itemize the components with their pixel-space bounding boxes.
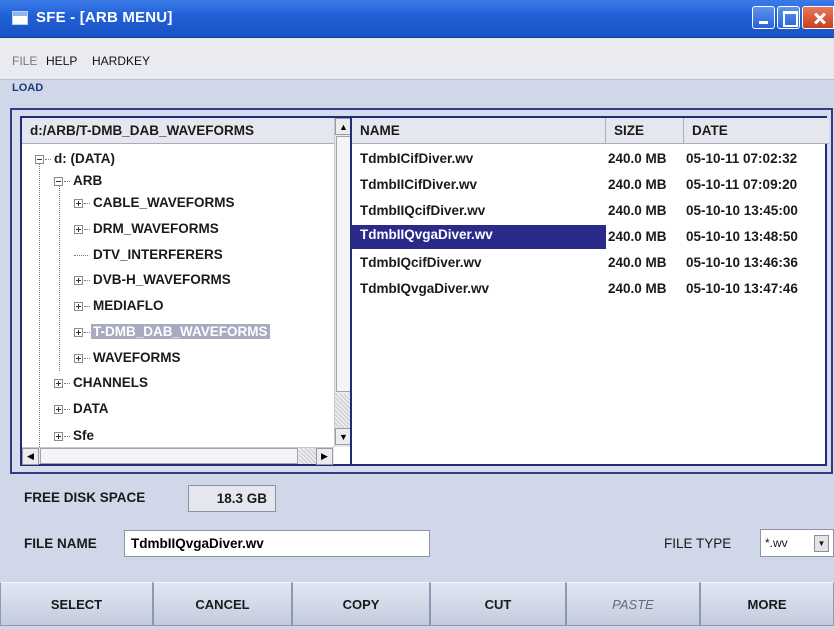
- tree-horizontal-scrollbar[interactable]: ◀ ▶: [22, 447, 334, 465]
- free-disk-space-value: 18.3 GB: [188, 485, 276, 512]
- file-name-cell: TdmbIQcifDiver.wv: [360, 255, 482, 270]
- scroll-left-arrow-icon[interactable]: ◀: [22, 448, 39, 465]
- file-size-cell: 240.0 MB: [608, 177, 667, 192]
- file-row[interactable]: TdmbIICifDiver.wv 240.0 MB 05-10-11 07:0…: [352, 172, 829, 198]
- expand-icon[interactable]: [54, 432, 63, 441]
- close-button[interactable]: [802, 6, 834, 29]
- title-bar[interactable]: SFE - [ARB MENU]: [0, 0, 834, 38]
- tree-item-label: CABLE_WAVEFORMS: [93, 195, 235, 210]
- cut-button[interactable]: CUT: [430, 582, 566, 626]
- file-size-cell: 240.0 MB: [608, 281, 667, 296]
- file-row[interactable]: TdmbICifDiver.wv 240.0 MB 05-10-11 07:02…: [352, 146, 829, 172]
- free-disk-space-label: FREE DISK SPACE: [24, 490, 146, 505]
- file-type-label: FILE TYPE: [664, 536, 732, 551]
- file-size-cell: 240.0 MB: [608, 151, 667, 166]
- menu-bar: FILE HELP HARDKEY: [0, 38, 834, 80]
- tree-item-label: WAVEFORMS: [93, 350, 181, 365]
- tree-item-label: DTV_INTERFERERS: [93, 247, 223, 262]
- expand-icon[interactable]: [54, 379, 63, 388]
- column-header-name[interactable]: NAME: [352, 118, 606, 144]
- softkey-bar: SELECT CANCEL COPY CUT PASTE MORE: [0, 582, 834, 629]
- file-type-select[interactable]: *.wv ▼: [760, 529, 834, 557]
- expand-icon[interactable]: [74, 199, 83, 208]
- window-title: SFE - [ARB MENU]: [36, 9, 173, 26]
- tree-item-label: d: (DATA): [54, 151, 115, 166]
- file-date-cell: 05-10-10 13:46:36: [686, 255, 798, 270]
- tree-body: d: (DATA) ARB CABLE_WAVEFORMS DRM_WAVEFO…: [22, 144, 334, 454]
- select-button[interactable]: SELECT: [0, 582, 153, 626]
- file-name-cell: TdmbIIQcifDiver.wv: [360, 203, 486, 218]
- file-row[interactable]: TdmbIQcifDiver.wv 240.0 MB 05-10-10 13:4…: [352, 250, 829, 276]
- expand-icon[interactable]: [54, 405, 63, 414]
- tree-item-label: ARB: [73, 173, 103, 188]
- expand-icon[interactable]: [74, 328, 83, 337]
- tree-path-header: d:/ARB/T-DMB_DAB_WAVEFORMS: [22, 118, 334, 144]
- file-row[interactable]: TdmbIQvgaDiver.wv 240.0 MB 05-10-10 13:4…: [352, 276, 829, 302]
- file-name-cell: TdmbICifDiver.wv: [360, 151, 474, 166]
- file-date-cell: 05-10-11 07:02:32: [686, 151, 798, 166]
- file-date-cell: 05-10-10 13:47:46: [686, 281, 798, 296]
- scroll-right-arrow-icon[interactable]: ▶: [316, 448, 333, 465]
- app-window: SFE - [ARB MENU] FILE HELP HARDKEY LOAD …: [0, 0, 834, 629]
- tree-item-label: DATA: [73, 401, 109, 416]
- section-label-load: LOAD: [12, 82, 44, 94]
- copy-button[interactable]: COPY: [292, 582, 430, 626]
- file-size-cell: 240.0 MB: [608, 203, 667, 218]
- file-row[interactable]: TdmbIIQcifDiver.wv 240.0 MB 05-10-10 13:…: [352, 198, 829, 224]
- collapse-icon[interactable]: [35, 155, 44, 164]
- file-date-cell: 05-10-11 07:09:20: [686, 177, 798, 192]
- minimize-button[interactable]: [752, 6, 775, 29]
- app-window-icon: [12, 11, 28, 25]
- file-date-cell: 05-10-10 13:48:50: [686, 229, 798, 244]
- tree-vertical-scroll-thumb[interactable]: [336, 136, 351, 392]
- maximize-button[interactable]: [777, 6, 800, 29]
- column-header-size[interactable]: SIZE: [606, 118, 684, 144]
- file-name-cell: TdmbIIQvgaDiver.wv: [352, 225, 606, 249]
- tree-item-label: DRM_WAVEFORMS: [93, 221, 219, 236]
- cancel-button[interactable]: CANCEL: [153, 582, 292, 626]
- menu-help[interactable]: HELP: [46, 54, 77, 68]
- file-name-cell: TdmbIQvgaDiver.wv: [360, 281, 490, 296]
- menu-file[interactable]: FILE: [12, 54, 37, 68]
- column-header-date[interactable]: DATE: [684, 118, 829, 144]
- file-size-cell: 240.0 MB: [608, 229, 667, 244]
- chevron-down-icon[interactable]: ▼: [814, 535, 829, 552]
- current-path: d:/ARB/T-DMB_DAB_WAVEFORMS: [30, 123, 254, 138]
- tree-item-label: T-DMB_DAB_WAVEFORMS: [91, 324, 270, 339]
- more-button[interactable]: MORE: [700, 582, 834, 626]
- tree-item-label: Sfe: [73, 428, 95, 443]
- tree-horizontal-scroll-thumb[interactable]: [40, 448, 298, 464]
- file-browser-frame: d:/ARB/T-DMB_DAB_WAVEFORMS d: (DATA) ARB: [10, 108, 833, 474]
- expand-icon[interactable]: [74, 354, 83, 363]
- tree-item-label: MEDIAFLO: [93, 298, 164, 313]
- expand-icon[interactable]: [74, 276, 83, 285]
- expand-icon[interactable]: [74, 225, 83, 234]
- tree-item-label: CHANNELS: [73, 375, 149, 390]
- paste-button[interactable]: PASTE: [566, 582, 700, 626]
- file-row-selected[interactable]: TdmbIIQvgaDiver.wv 240.0 MB 05-10-10 13:…: [352, 224, 829, 250]
- file-name-field[interactable]: [124, 530, 430, 557]
- directory-tree[interactable]: d:/ARB/T-DMB_DAB_WAVEFORMS d: (DATA) ARB: [20, 116, 354, 466]
- file-date-cell: 05-10-10 13:45:00: [686, 203, 798, 218]
- file-list[interactable]: NAME SIZE DATE TdmbICifDiver.wv 240.0 MB…: [350, 116, 829, 466]
- collapse-icon[interactable]: [54, 177, 63, 186]
- tree-item-label: DVB-H_WAVEFORMS: [93, 272, 231, 287]
- file-size-cell: 240.0 MB: [608, 255, 667, 270]
- file-type-value: *.wv: [765, 536, 788, 550]
- file-name-label: FILE NAME: [24, 536, 97, 551]
- menu-hardkey[interactable]: HARDKEY: [92, 54, 150, 68]
- expand-icon[interactable]: [74, 302, 83, 311]
- file-name-cell: TdmbIICifDiver.wv: [360, 177, 478, 192]
